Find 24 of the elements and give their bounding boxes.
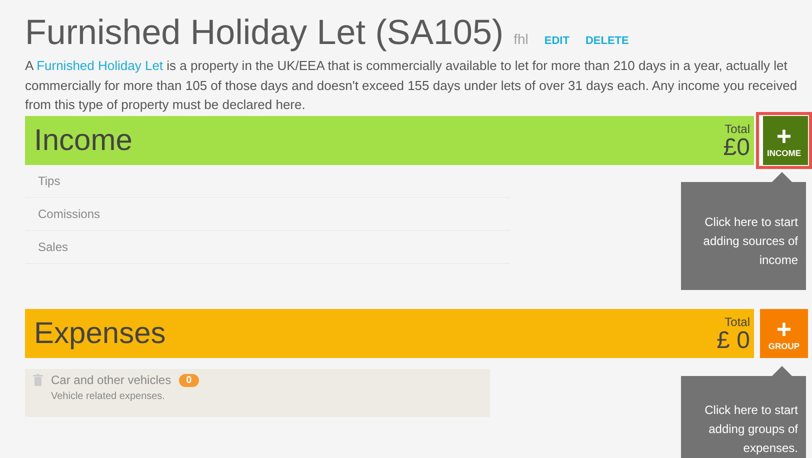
group-name: Car and other vehicles bbox=[51, 373, 172, 387]
total-value: £0 bbox=[723, 136, 750, 160]
income-item[interactable]: Comissions bbox=[25, 198, 510, 231]
section-title: Expenses bbox=[34, 316, 166, 350]
income-item[interactable]: Tips bbox=[25, 165, 510, 198]
add-button[interactable]: + GROUP bbox=[760, 309, 808, 358]
section-title: Income bbox=[34, 124, 132, 158]
total-label: Total bbox=[724, 122, 750, 136]
add-button[interactable]: + INCOME bbox=[760, 116, 808, 165]
count-badge: 0 bbox=[179, 374, 199, 386]
expense-group[interactable]: Car and other vehicles 0 Vehicle related expenses. bbox=[25, 369, 490, 417]
furnished-holiday-let-link[interactable]: Furnished Holiday Let bbox=[36, 58, 164, 73]
action-link[interactable]: EDIT bbox=[544, 35, 570, 47]
trash-icon[interactable] bbox=[33, 374, 43, 386]
total-value: £ 0 bbox=[716, 328, 750, 352]
group-note: Vehicle related expenses. bbox=[51, 391, 166, 402]
tooltip-text: Click here to start adding groups of expenses. bbox=[704, 402, 798, 457]
tooltip-text: Click here to start adding sources of income bbox=[702, 214, 798, 269]
action-link[interactable]: DELETE bbox=[585, 35, 629, 47]
page-title: Furnished Holiday Let (SA105) bbox=[25, 12, 504, 54]
total-label: Total bbox=[724, 314, 750, 328]
description-text: A Furnished Holiday Let is a property in the UK/EEA that is commercially available to let for more than 210 days in a year, actually let commercially for more than 105 of those days and doesn't exceed 155 days under lets of over 31 days each. Any income you received from this type of property must be declared here. bbox=[25, 57, 798, 114]
property-code: fhl bbox=[514, 31, 528, 47]
income-item[interactable]: Sales bbox=[25, 231, 510, 264]
